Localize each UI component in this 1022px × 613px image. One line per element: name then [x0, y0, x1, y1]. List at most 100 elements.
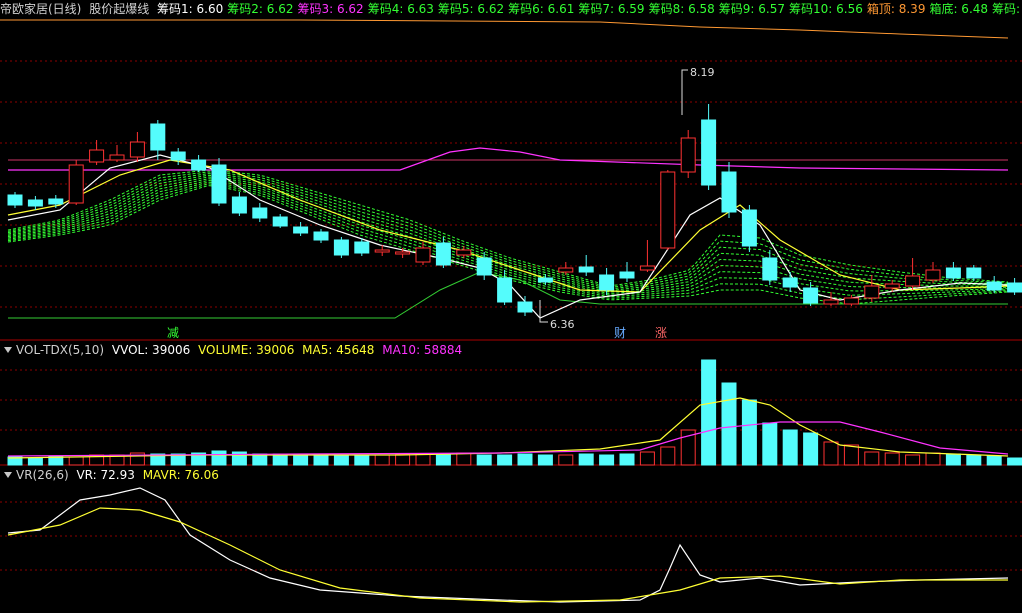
- vr-value: VR: 72.93: [76, 468, 135, 482]
- candle-body: [293, 226, 309, 234]
- marker-zhang: 涨: [655, 325, 667, 340]
- volume-bar: [884, 452, 900, 466]
- candle-body: [395, 251, 411, 255]
- volume-bar: [558, 454, 574, 466]
- vr-panel[interactable]: [7, 487, 1009, 603]
- candle-body: [476, 257, 492, 276]
- candle-body: [945, 267, 961, 279]
- chip-value-3: 筹码3: 6.62: [297, 2, 364, 16]
- high-marker: [681, 69, 688, 115]
- volume-bar: [701, 359, 717, 466]
- candle-body: [762, 257, 778, 281]
- indicator-name[interactable]: 股价起爆线: [89, 2, 149, 16]
- main-header: 帝欧家居(日线) 股价起爆线 筹码1: 6.60 筹码2: 6.62 筹码3: 6.…: [0, 0, 1022, 18]
- volume-bar: [986, 455, 1002, 466]
- candle-body: [497, 277, 513, 303]
- candle-body: [48, 198, 64, 205]
- high-price-label: 8.19: [690, 66, 715, 79]
- low-marker: [539, 300, 548, 323]
- marker-cai: 财: [614, 326, 626, 340]
- vvol-value: VVOL: 39006: [111, 343, 191, 357]
- candle-body: [986, 281, 1002, 291]
- volume-bar: [741, 399, 757, 466]
- vr-header: VR(26,6) VR: 72.93 MAVR: 76.06: [0, 466, 1022, 484]
- candle-body: [333, 239, 349, 256]
- volume-bar: [395, 453, 411, 466]
- volume-bar: [517, 453, 533, 466]
- volume-bar: [537, 454, 553, 466]
- chip-band-line: [7, 176, 1009, 293]
- volume-bar: [333, 455, 349, 466]
- volume-bar: [435, 454, 451, 466]
- chip-value-12: 箱底: 6.48: [929, 2, 989, 16]
- volume-bar: [823, 441, 839, 466]
- candle-body: [558, 267, 574, 273]
- candle-body: [354, 241, 370, 254]
- volume-bar: [782, 429, 798, 466]
- volume-bar: [599, 454, 615, 466]
- volume-bar: [27, 457, 43, 466]
- volume-bar: [721, 382, 737, 466]
- volume-bar: [456, 452, 472, 466]
- chip-value-1: 筹码1: 6.60: [157, 2, 224, 16]
- volume-bar: [905, 454, 921, 466]
- main-price-panel[interactable]: [0, 19, 1022, 323]
- volume-bar: [578, 453, 594, 466]
- mavr-value: MAVR: 76.06: [142, 468, 219, 482]
- candle-body: [252, 207, 268, 219]
- candle-body: [701, 119, 717, 186]
- candle-body: [374, 249, 390, 253]
- candle-body: [68, 164, 84, 204]
- chip-band-line: [7, 173, 1009, 290]
- candle-body: [435, 242, 451, 266]
- ma5-value: MA5: 45648: [302, 343, 375, 357]
- volume-bar: [945, 453, 961, 466]
- candle-body: [313, 231, 329, 241]
- candle-body: [191, 159, 207, 171]
- volume-header: VOL-TDX(5,10) VVOL: 39006 VOLUME: 39006 …: [0, 341, 1022, 359]
- candle-body: [150, 123, 166, 151]
- ma-yellow-line: [7, 159, 1009, 293]
- volume-bar: [1007, 457, 1022, 466]
- volume-bar: [843, 444, 859, 466]
- candle-body: [680, 137, 696, 173]
- candle-body: [843, 297, 859, 305]
- candle-body: [170, 151, 186, 161]
- candle-body: [211, 164, 227, 204]
- candle-body: [905, 275, 921, 287]
- chip-value-5: 筹码5: 6.62: [437, 2, 505, 16]
- ma10-value: MA10: 58884: [382, 343, 463, 357]
- chip-band-line: [7, 174, 1009, 291]
- candle-body: [1007, 282, 1022, 293]
- stock-name[interactable]: 帝欧家居(日线): [0, 2, 81, 16]
- candle-body: [741, 209, 757, 247]
- candle-body: [7, 194, 23, 206]
- candle-body: [721, 171, 737, 213]
- candle-body: [599, 274, 615, 291]
- volume-bar: [660, 446, 676, 466]
- candle-body: [660, 171, 676, 249]
- volume-bar: [966, 454, 982, 466]
- chip-value-6: 筹码6: 6.61: [508, 2, 575, 16]
- candle-body: [578, 266, 594, 273]
- candle-body: [537, 277, 553, 283]
- candle-body: [89, 149, 105, 163]
- chip-value-11: 箱顶: 8.39: [866, 2, 926, 16]
- volume-panel[interactable]: [7, 359, 1022, 466]
- candle-body: [231, 196, 247, 214]
- candle-body: [925, 269, 941, 281]
- volume-value: VOLUME: 39006: [198, 343, 295, 357]
- collapse-icon[interactable]: [4, 347, 12, 353]
- chip-band-line: [7, 171, 1009, 288]
- kline-chart[interactable]: 8.19 6.36 减 财 涨: [0, 0, 1022, 613]
- volume-bar: [476, 454, 492, 466]
- candle-body: [966, 267, 982, 279]
- candle-body: [109, 154, 125, 161]
- candle-body: [884, 283, 900, 289]
- collapse-icon[interactable]: [4, 472, 12, 478]
- candle-body: [272, 216, 288, 227]
- vol-indicator-name[interactable]: VOL-TDX(5,10): [16, 343, 104, 357]
- vr-indicator-name[interactable]: VR(26,6): [16, 468, 69, 482]
- chip-values: 筹码1: 6.60 筹码2: 6.62 筹码3: 6.62 筹码4: 6.63 筹码5:…: [157, 2, 1022, 16]
- volume-bar: [272, 453, 288, 466]
